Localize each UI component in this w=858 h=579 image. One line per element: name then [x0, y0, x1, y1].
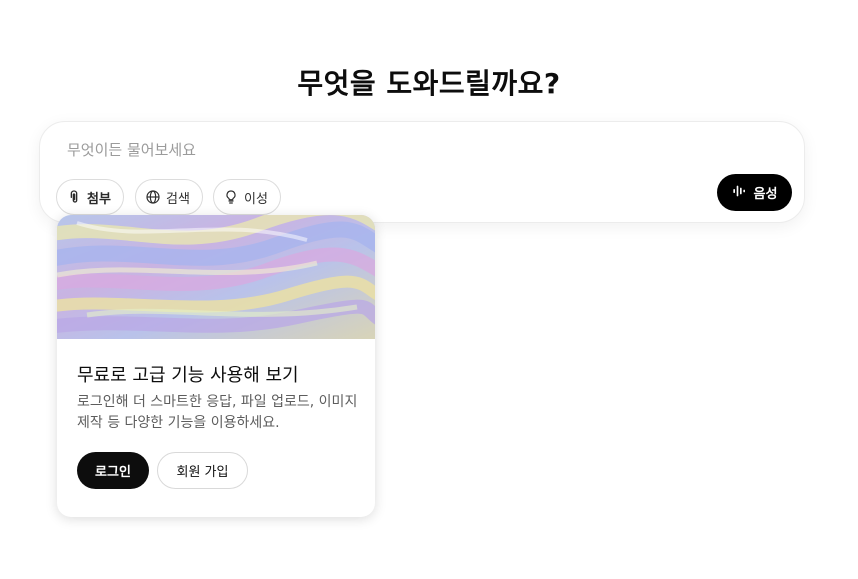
prompt-input[interactable]: [67, 138, 767, 162]
voice-button[interactable]: 음성: [717, 174, 792, 211]
search-button[interactable]: 검색: [135, 179, 203, 215]
promo-title: 무료로 고급 기능 사용해 보기: [77, 365, 299, 386]
page-title: 무엇을 도와드릴까요?: [297, 67, 561, 100]
promo-artwork: [57, 215, 375, 339]
page: 무엇을 도와드릴까요? 첨부 검색: [0, 0, 858, 579]
reason-button[interactable]: 이성: [213, 179, 281, 215]
lightbulb-icon: [223, 189, 239, 205]
voice-label: 음성: [753, 187, 778, 202]
attach-button[interactable]: 첨부: [56, 179, 124, 215]
reason-label: 이성: [244, 191, 268, 207]
globe-icon: [145, 189, 161, 205]
prompt-composer: 첨부 검색 이성: [39, 121, 805, 223]
login-button[interactable]: 로그인: [77, 452, 149, 489]
signup-button[interactable]: 회원 가입: [157, 452, 248, 489]
paperclip-icon: [66, 189, 82, 205]
promo-description: 로그인해 더 스마트한 응답, 파일 업로드, 이미지 제작 등 다양한 기능을…: [77, 394, 358, 431]
promo-card: 무료로 고급 기능 사용해 보기 로그인해 더 스마트한 응답, 파일 업로드,…: [57, 215, 375, 517]
attach-label: 첨부: [87, 191, 111, 207]
search-label: 검색: [166, 191, 190, 207]
waveform-icon: [732, 183, 748, 203]
